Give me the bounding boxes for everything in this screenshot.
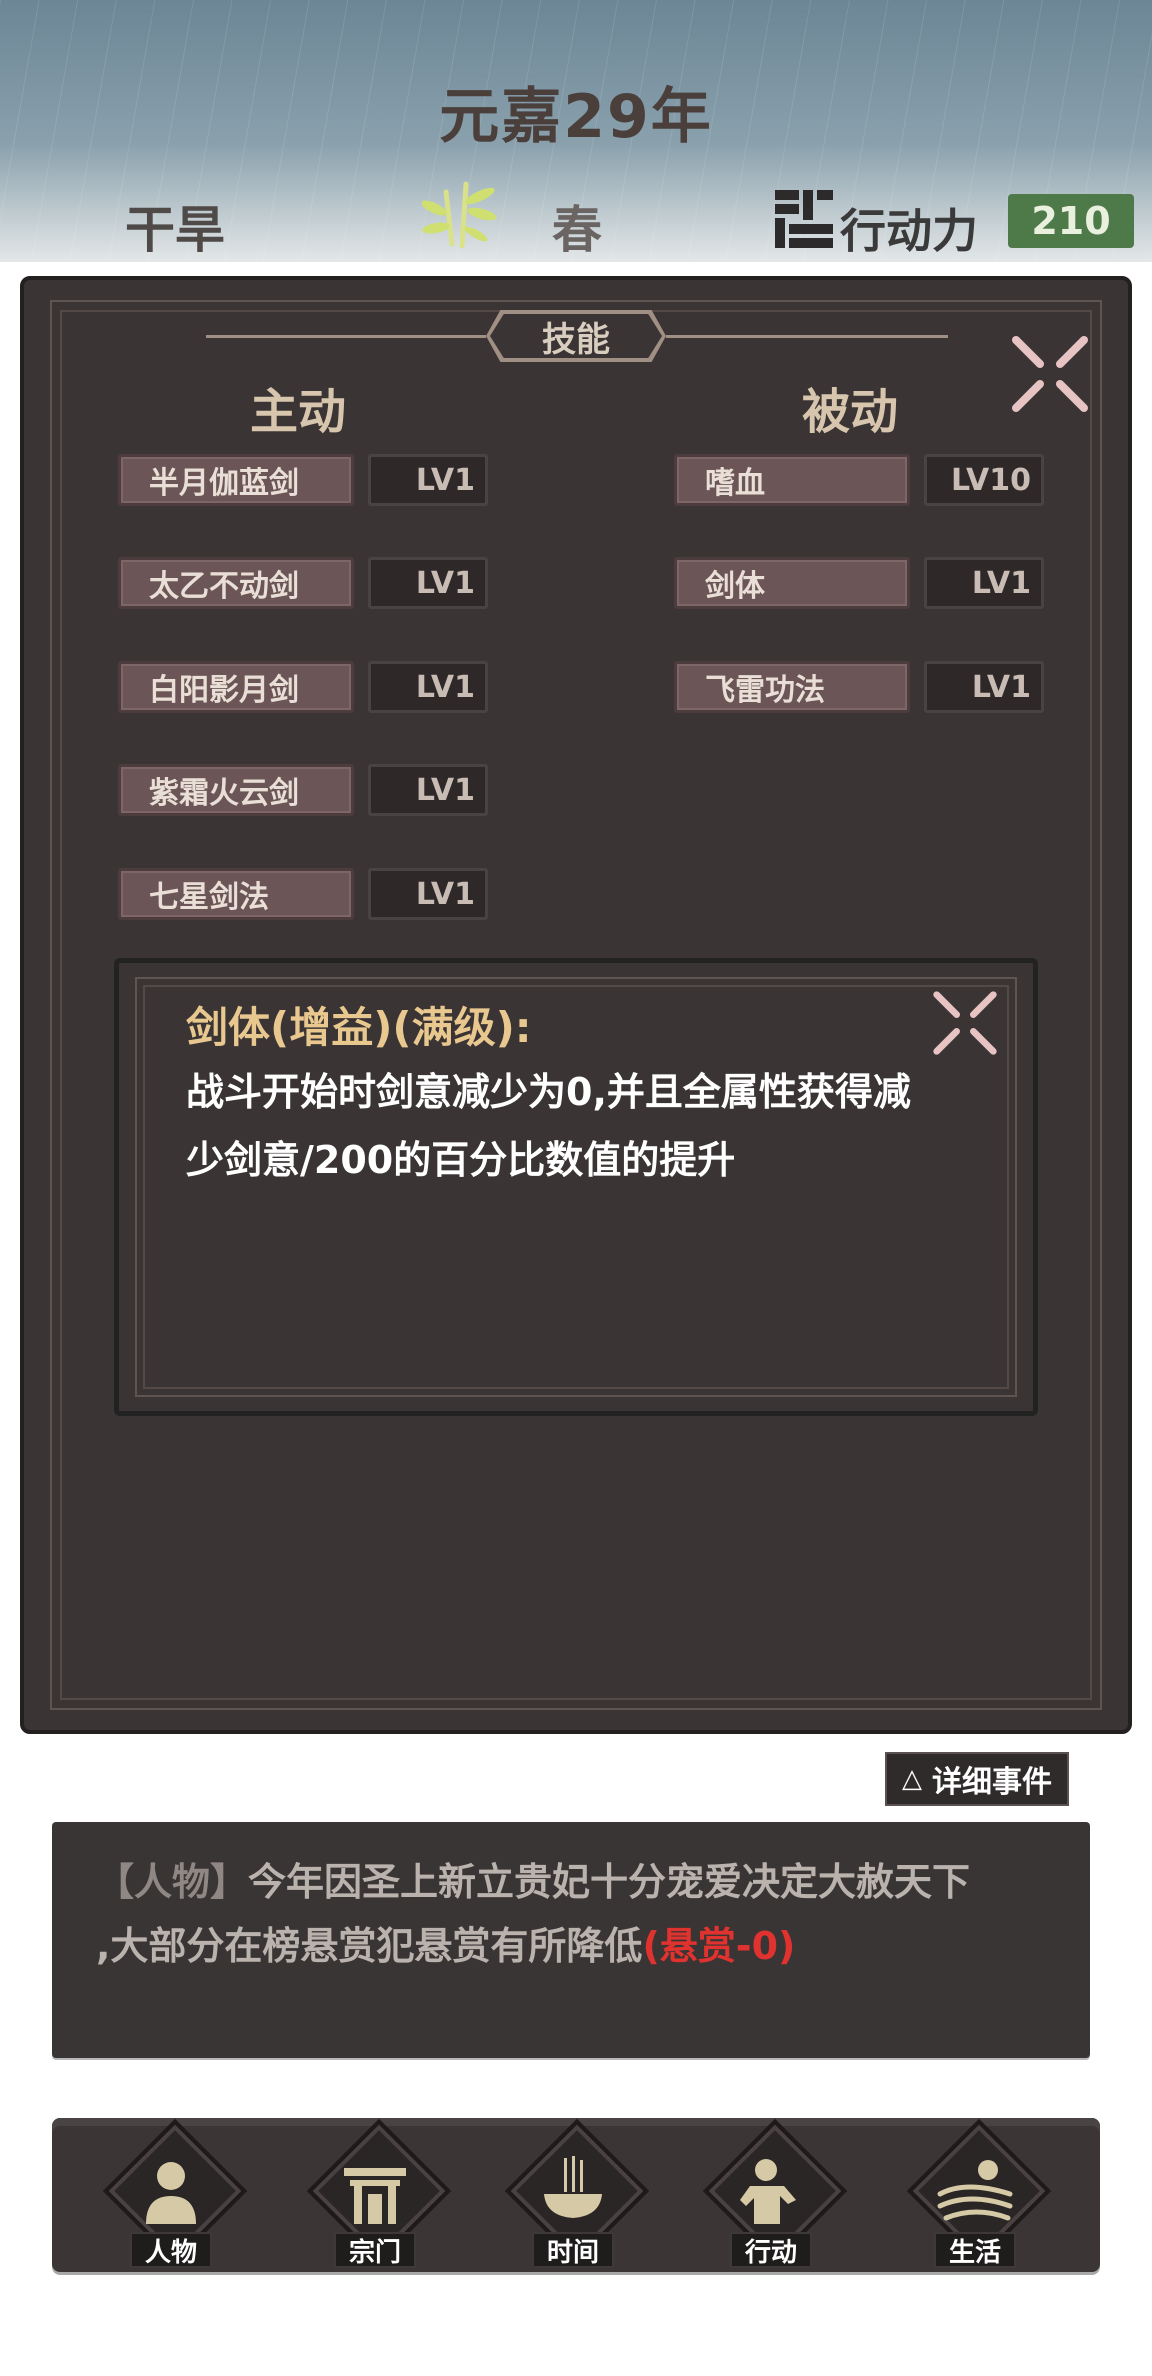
passive-skill-name[interactable]: 剑体 [674,557,910,609]
event-text-line1: 今年因圣上新立贵妃十分宠爱决定大赦天下 [248,1860,971,1904]
detail-close-icon[interactable] [930,988,1000,1058]
incense-icon [544,2156,602,2218]
active-skill-level: LV1 [368,764,488,816]
panel-title: 技能 [490,314,662,358]
active-skill-name[interactable]: 白阳影月剑 [118,661,354,713]
nav-time-button[interactable]: 时间 [498,2118,650,2274]
event-log-text: 【人物】今年因圣上新立贵妃十分宠爱决定大赦天下 ,大部分在榜悬赏犯悬赏有所降低(… [96,1850,1076,1978]
bamboo-icon [422,181,497,248]
passive-skill-level: LV1 [924,661,1044,713]
active-skills-title: 主动 [250,384,347,440]
detailed-events-label: 详细事件 [932,1765,1052,1800]
event-log: 【人物】今年因圣上新立贵妃十分宠爱决定大赦天下 ,大部分在榜悬赏犯悬赏有所降低(… [52,1822,1090,2058]
nav-action-button[interactable]: 行动 [696,2118,848,2274]
active-skill-level: LV1 [368,661,488,713]
weather-label: 干旱 [125,201,225,259]
nav-character-button[interactable]: 人物 [96,2118,248,2274]
sect-gate-icon [344,2168,406,2224]
action-icon [740,2159,796,2224]
close-icon[interactable] [1008,332,1092,416]
passive-skill-level: LV10 [924,454,1044,506]
nav-label: 行动 [730,2232,812,2268]
event-text-line2: ,大部分在榜悬赏犯悬赏有所降低 [96,1924,643,1968]
action-points-value: 210 [1008,194,1134,248]
active-skill-level: LV1 [368,868,488,920]
active-skill-name[interactable]: 半月伽蓝剑 [118,454,354,506]
action-points-label: 行动力 [840,204,978,258]
active-skill-level: LV1 [368,454,488,506]
nav-sect-button[interactable]: 宗门 [300,2118,452,2274]
nav-life-button[interactable]: 生活 [900,2118,1052,2274]
nav-label: 生活 [934,2232,1016,2268]
active-skill-name[interactable]: 太乙不动剑 [118,557,354,609]
event-tag: 【人物】 [96,1860,249,1904]
landscape-icon [937,2160,1013,2221]
passive-skill-name[interactable]: 飞雷功法 [674,661,910,713]
detail-description: 战斗开始时剑意减少为0,并且全属性获得减 少剑意/200的百分比数值的提升 [186,1058,986,1194]
season-label: 春 [552,201,602,259]
triangle-icon: △ [902,1764,922,1794]
title-divider-left [206,335,486,338]
title-divider-right [666,335,948,338]
bounty-change: (悬赏-0) [642,1924,796,1968]
active-skill-name[interactable]: 七星剑法 [118,868,354,920]
nav-label: 时间 [532,2232,614,2268]
action-points-icon [775,190,833,248]
top-status-bar: 元嘉29年 干旱 春 行动力 210 [0,0,1152,262]
detail-line-1: 战斗开始时剑意减少为0,并且全属性获得减 [186,1070,911,1114]
passive-skills-title: 被动 [802,384,899,440]
passive-skill-level: LV1 [924,557,1044,609]
active-skill-level: LV1 [368,557,488,609]
detail-title: 剑体(增益)(满级): [186,1003,532,1052]
person-icon [146,2162,196,2224]
nav-label: 宗门 [334,2232,416,2268]
nav-label: 人物 [130,2232,212,2268]
passive-skill-name[interactable]: 嗜血 [674,454,910,506]
year-title: 元嘉29年 [439,82,713,152]
active-skill-name[interactable]: 紫霜火云剑 [118,764,354,816]
detail-line-2: 少剑意/200的百分比数值的提升 [186,1138,736,1182]
detailed-events-button[interactable]: △ 详细事件 [885,1752,1069,1806]
